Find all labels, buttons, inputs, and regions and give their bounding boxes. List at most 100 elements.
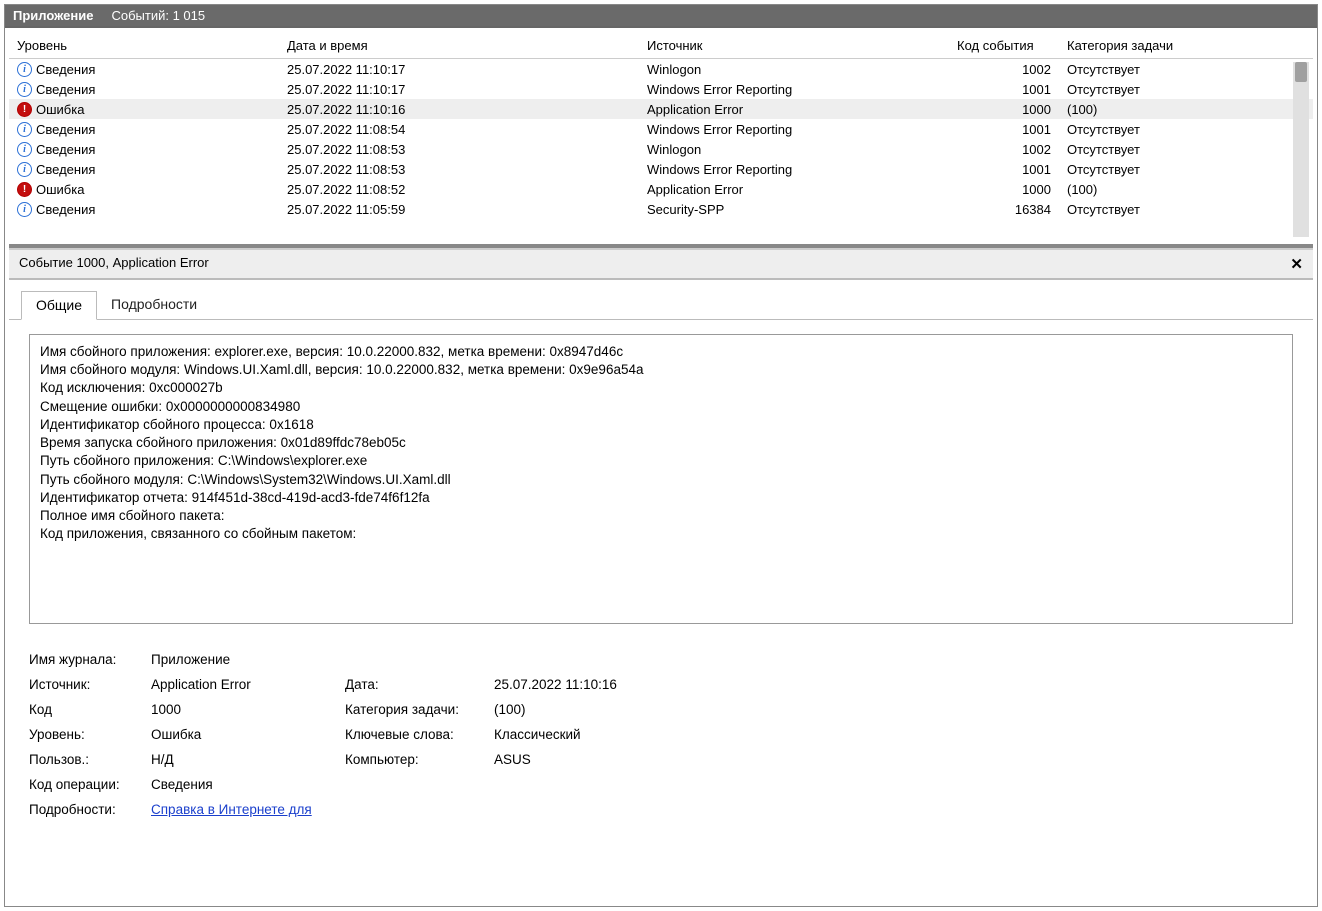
cell-datetime: 25.07.2022 11:05:59 <box>279 199 639 219</box>
detail-titlebar: Событие 1000, Application Error ✕ <box>9 250 1313 280</box>
event-properties: Имя журнала: Приложение Источник: Applic… <box>29 652 1293 817</box>
table-row[interactable]: Ошибка 25.07.2022 11:08:52Application Err… <box>9 179 1313 199</box>
titlebar: Приложение Событий: 1 015 <box>5 5 1317 28</box>
detail-title-text: Событие 1000, Application Error <box>19 255 209 273</box>
info-icon <box>17 122 32 137</box>
events-table: Уровень Дата и время Источник Код событи… <box>9 32 1313 219</box>
cell-event-id: 1001 <box>949 79 1059 99</box>
cell-datetime: 25.07.2022 11:10:17 <box>279 79 639 99</box>
cell-task-category: Отсутствует <box>1059 59 1313 80</box>
lbl-id: Код <box>29 702 147 717</box>
col-datetime[interactable]: Дата и время <box>279 32 639 59</box>
lbl-log-name: Имя журнала: <box>29 652 147 667</box>
info-icon <box>17 202 32 217</box>
val-level: Ошибка <box>151 727 341 742</box>
cell-source: Security-SPP <box>639 199 949 219</box>
table-row[interactable]: Сведения 25.07.2022 11:10:17Windows Error… <box>9 79 1313 99</box>
scrollbar-thumb[interactable] <box>1295 62 1307 82</box>
col-level[interactable]: Уровень <box>9 32 279 59</box>
lbl-opcode: Код операции: <box>29 777 147 792</box>
cell-source: Application Error <box>639 179 949 199</box>
cell-source: Application Error <box>639 99 949 119</box>
lbl-computer: Компьютер: <box>345 752 490 767</box>
cell-task-category: (100) <box>1059 179 1313 199</box>
tab-details[interactable]: Подробности <box>97 291 211 320</box>
cell-event-id: 1001 <box>949 159 1059 179</box>
cell-level: Сведения <box>36 142 95 157</box>
cell-source: Windows Error Reporting <box>639 159 949 179</box>
table-row[interactable]: Ошибка 25.07.2022 11:10:16Application Err… <box>9 99 1313 119</box>
cell-event-id: 1002 <box>949 139 1059 159</box>
cell-level: Сведения <box>36 62 95 77</box>
cell-event-id: 1002 <box>949 59 1059 80</box>
cell-datetime: 25.07.2022 11:08:54 <box>279 119 639 139</box>
cell-level: Ошибка <box>36 182 84 197</box>
event-count: Событий: 1 015 <box>111 8 205 23</box>
table-row[interactable]: Сведения 25.07.2022 11:10:17Winlogon1002О… <box>9 59 1313 80</box>
cell-datetime: 25.07.2022 11:08:53 <box>279 139 639 159</box>
col-event-id[interactable]: Код события <box>949 32 1059 59</box>
lbl-taskcat: Категория задачи: <box>345 702 490 717</box>
close-icon[interactable]: ✕ <box>1290 255 1303 273</box>
lbl-source: Источник: <box>29 677 147 692</box>
lbl-keywords: Ключевые слова: <box>345 727 490 742</box>
app-title: Приложение <box>13 8 93 23</box>
val-computer: ASUS <box>494 752 1293 767</box>
error-icon <box>17 182 32 197</box>
table-row[interactable]: Сведения 25.07.2022 11:05:59Security-SPP1… <box>9 199 1313 219</box>
event-viewer-window: Приложение Событий: 1 015 Уровень Дата и… <box>4 4 1318 907</box>
cell-datetime: 25.07.2022 11:10:16 <box>279 99 639 119</box>
val-log-name: Приложение <box>151 652 1293 667</box>
cell-event-id: 1000 <box>949 179 1059 199</box>
cell-task-category: Отсутствует <box>1059 119 1313 139</box>
link-help-online[interactable]: Справка в Интернете для <box>151 802 312 817</box>
cell-level: Сведения <box>36 122 95 137</box>
cell-level: Сведения <box>36 202 95 217</box>
table-row[interactable]: Сведения25.07.2022 11:08:53Winlogon1002О… <box>9 139 1313 159</box>
val-user: Н/Д <box>151 752 341 767</box>
info-icon <box>17 82 32 97</box>
lbl-moreinfo: Подробности: <box>29 802 147 817</box>
cell-level: Сведения <box>36 162 95 177</box>
col-source[interactable]: Источник <box>639 32 949 59</box>
cell-datetime: 25.07.2022 11:08:53 <box>279 159 639 179</box>
val-id: 1000 <box>151 702 341 717</box>
col-task-category[interactable]: Категория задачи <box>1059 32 1313 59</box>
cell-level: Сведения <box>36 82 95 97</box>
val-opcode: Сведения <box>151 777 1293 792</box>
cell-level: Ошибка <box>36 102 84 117</box>
table-row[interactable]: Сведения 25.07.2022 11:08:53Windows Error… <box>9 159 1313 179</box>
cell-task-category: Отсутствует <box>1059 199 1313 219</box>
cell-datetime: 25.07.2022 11:08:52 <box>279 179 639 199</box>
cell-task-category: Отсутствует <box>1059 79 1313 99</box>
lbl-date: Дата: <box>345 677 490 692</box>
tab-general[interactable]: Общие <box>21 291 97 320</box>
val-taskcat: (100) <box>494 702 1293 717</box>
info-icon <box>17 62 32 77</box>
info-icon <box>17 142 32 157</box>
cell-event-id: 1000 <box>949 99 1059 119</box>
cell-event-id: 1001 <box>949 119 1059 139</box>
cell-source: Windows Error Reporting <box>639 79 949 99</box>
table-row[interactable]: Сведения 25.07.2022 11:08:54Windows Error… <box>9 119 1313 139</box>
table-header-row[interactable]: Уровень Дата и время Источник Код событи… <box>9 32 1313 59</box>
event-list: Уровень Дата и время Источник Код событи… <box>9 32 1313 248</box>
val-keywords: Классический <box>494 727 1293 742</box>
event-detail-pane: Событие 1000, Application Error ✕ Общие … <box>9 248 1313 902</box>
lbl-user: Пользов.: <box>29 752 147 767</box>
scrollbar[interactable] <box>1293 62 1309 237</box>
cell-task-category: (100) <box>1059 99 1313 119</box>
val-date: 25.07.2022 11:10:16 <box>494 677 1293 692</box>
error-icon <box>17 102 32 117</box>
info-icon <box>17 162 32 177</box>
cell-source: Winlogon <box>639 139 949 159</box>
val-source: Application Error <box>151 677 341 692</box>
cell-event-id: 16384 <box>949 199 1059 219</box>
event-body-text[interactable]: Имя сбойного приложения: explorer.exe, в… <box>29 334 1293 624</box>
cell-datetime: 25.07.2022 11:10:17 <box>279 59 639 80</box>
lbl-level: Уровень: <box>29 727 147 742</box>
cell-source: Windows Error Reporting <box>639 119 949 139</box>
cell-task-category: Отсутствует <box>1059 159 1313 179</box>
cell-source: Winlogon <box>639 59 949 80</box>
detail-tabs: Общие Подробности <box>9 280 1313 320</box>
